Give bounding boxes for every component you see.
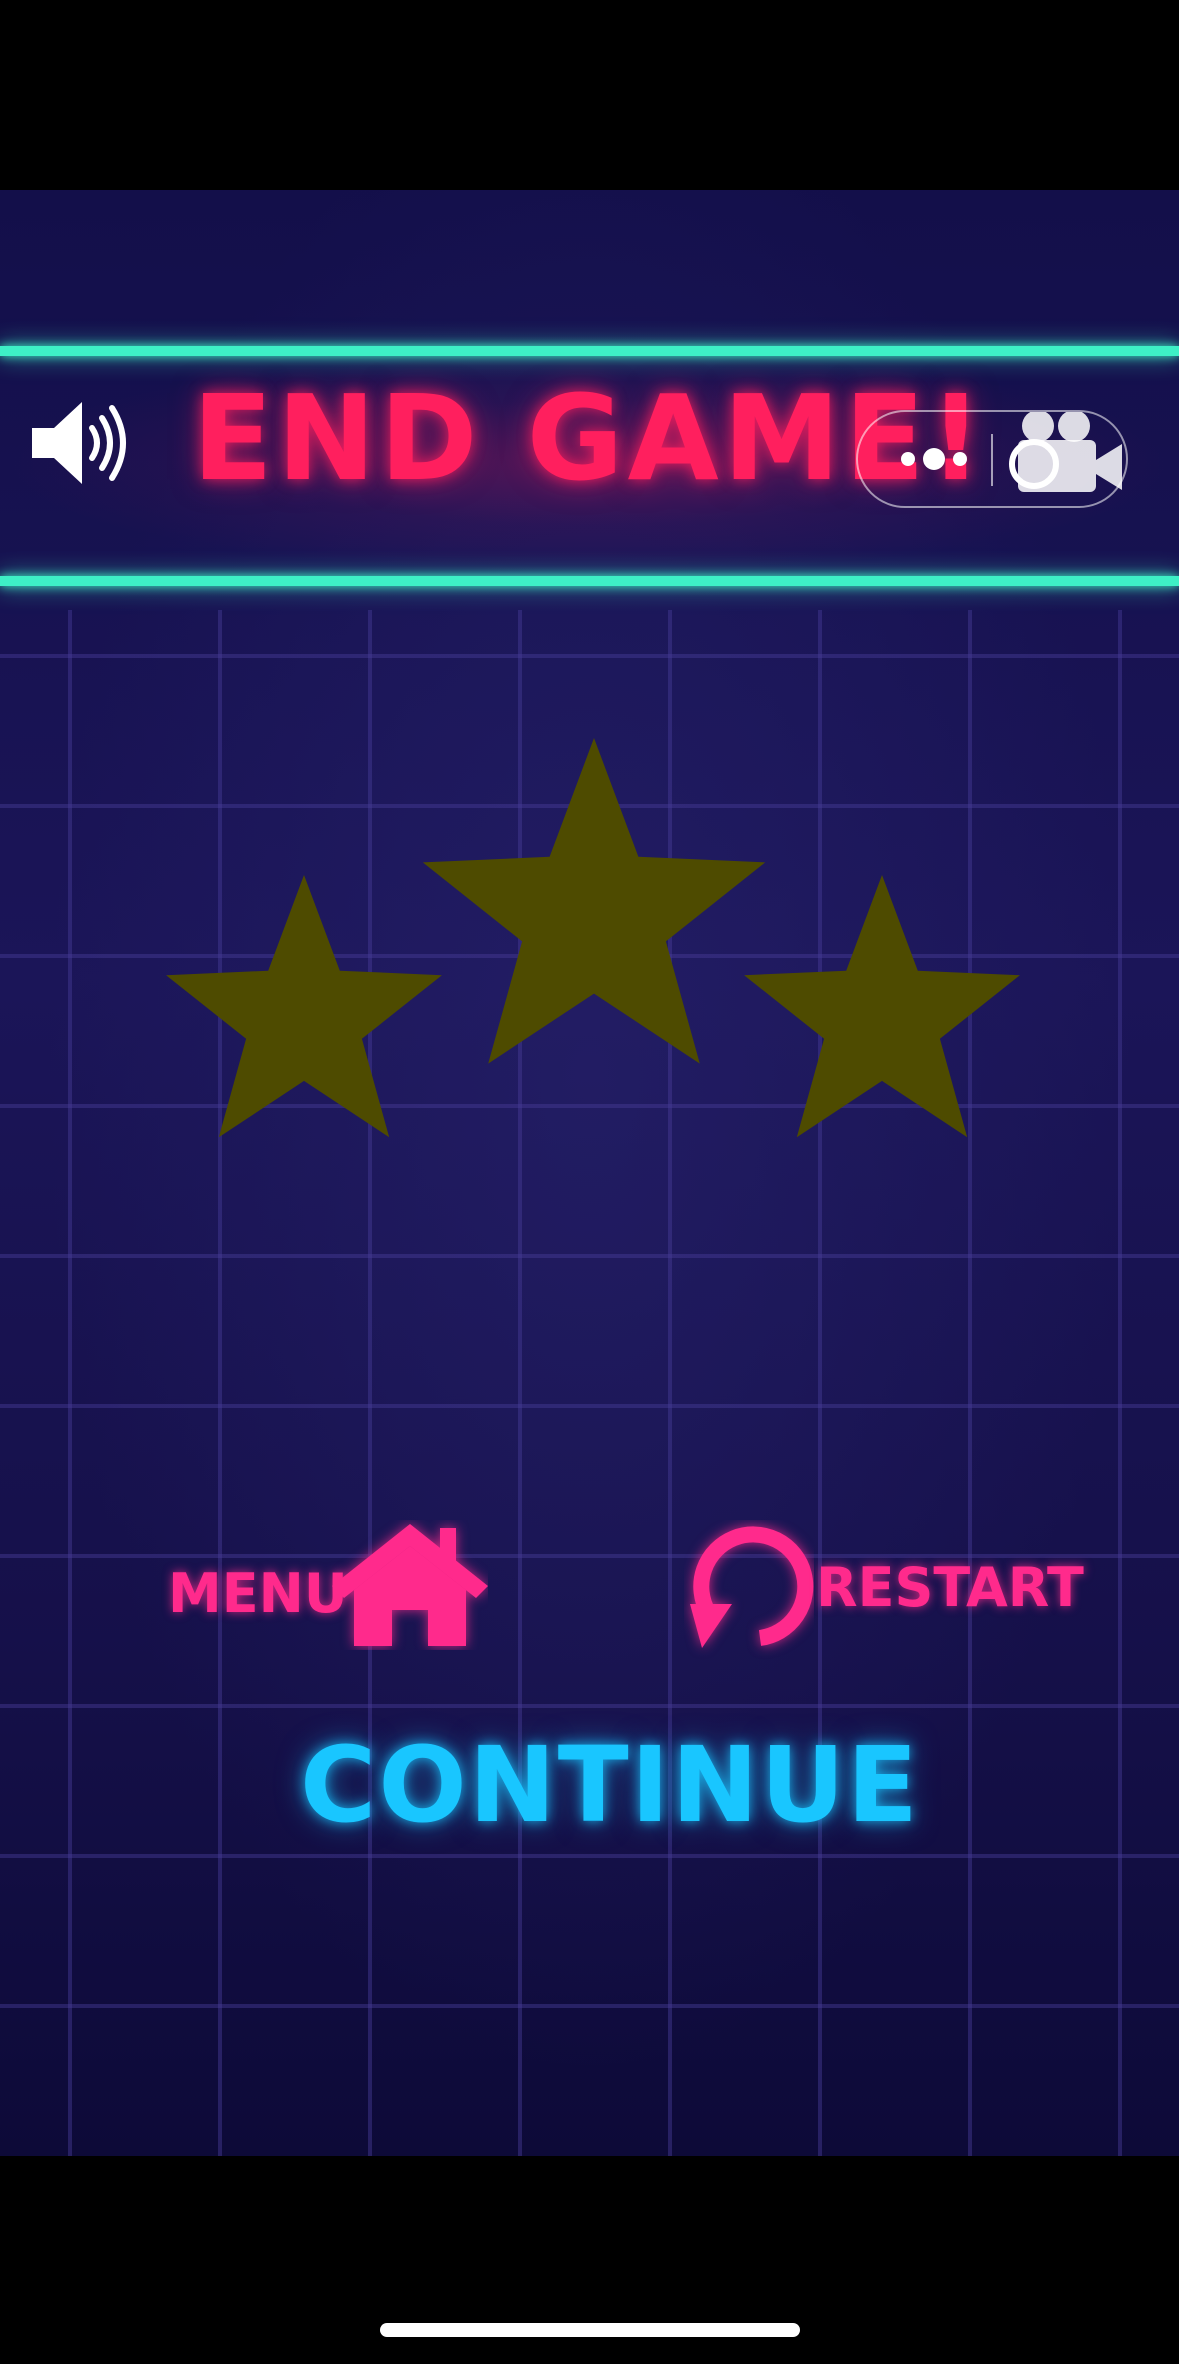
continue-button[interactable]: CONTINUE [300, 1720, 920, 1850]
restart-arrow-icon [690, 1526, 814, 1648]
neon-line-top [0, 346, 1179, 356]
more-button[interactable] [868, 412, 988, 506]
home-indicator [380, 2323, 800, 2337]
record-button[interactable] [1008, 410, 1128, 506]
restart-label: RESTART [816, 1556, 1084, 1619]
neon-line-bottom [0, 576, 1179, 586]
continue-label: CONTINUE [300, 1724, 920, 1846]
video-camera-icon [1009, 410, 1122, 492]
mini-program-capsule [856, 410, 1128, 508]
game-canvas: END GAME! MENU RESTART CONTINUE [0, 190, 1179, 2156]
menu-label: MENU [168, 1562, 348, 1625]
capsule-divider [991, 434, 993, 486]
restart-button[interactable]: RESTART [684, 1520, 1084, 1660]
more-dots-icon [901, 448, 967, 470]
speaker-volume-icon [32, 402, 126, 484]
screen: END GAME! MENU RESTART CONTINUE [0, 0, 1179, 2364]
sound-toggle-button[interactable] [28, 398, 128, 488]
menu-button[interactable]: MENU [160, 1520, 500, 1660]
home-icon [332, 1524, 488, 1646]
